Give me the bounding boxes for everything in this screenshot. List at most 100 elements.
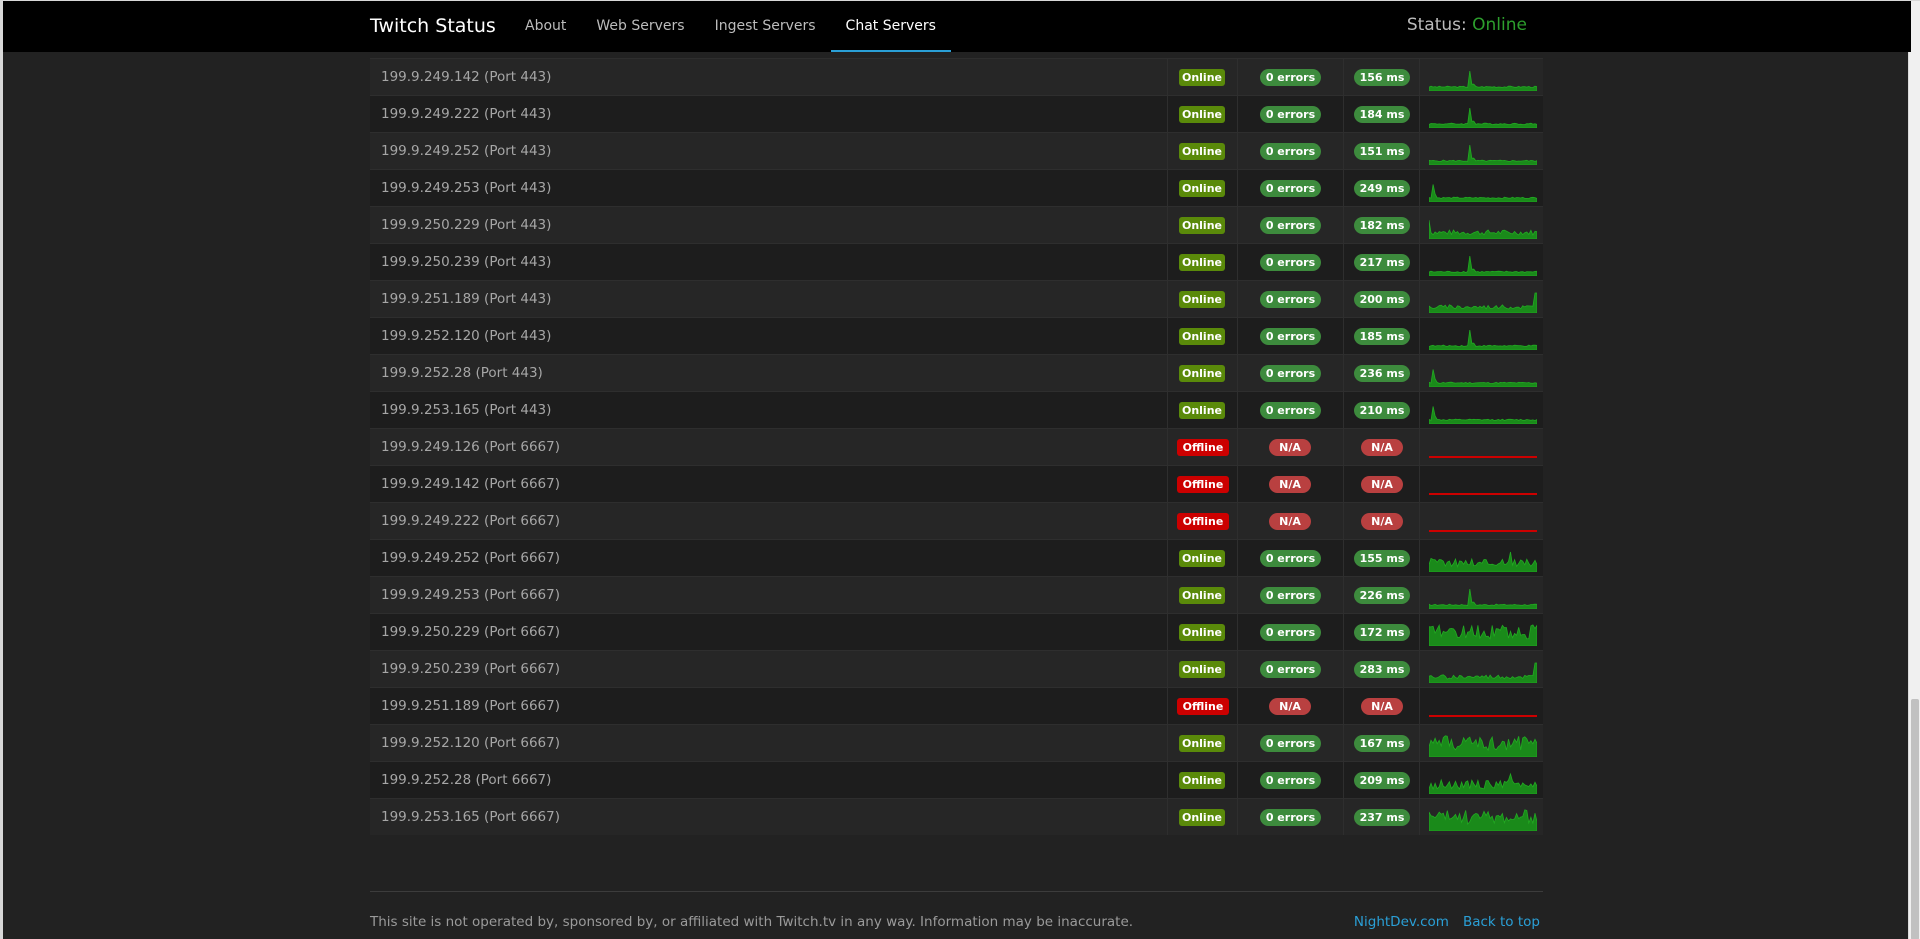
errors-badge: 0 errors <box>1260 587 1321 604</box>
graph-cell <box>1419 281 1543 317</box>
errors-cell: N/A <box>1237 429 1343 465</box>
status-badge: Online <box>1179 328 1225 345</box>
table-row: 199.9.250.229 (Port 443) Online 0 errors 18… <box>370 206 1543 243</box>
status-badge: Online <box>1179 180 1225 197</box>
status-cell: Offline <box>1167 429 1237 465</box>
sparkline-area <box>1429 329 1537 350</box>
ping-sparkline <box>1429 220 1537 239</box>
status-cell: Online <box>1167 133 1237 169</box>
ping-sparkline <box>1429 809 1537 831</box>
ping-badge: N/A <box>1361 698 1403 715</box>
ping-sparkline <box>1429 107 1537 128</box>
status-badge: Offline <box>1177 513 1229 530</box>
errors-badge: 0 errors <box>1260 217 1321 234</box>
status-cell: Online <box>1167 59 1237 95</box>
table-row: 199.9.250.239 (Port 6667) Online 0 errors 2… <box>370 650 1543 687</box>
sparkline-area <box>1429 623 1537 646</box>
graph-cell <box>1419 577 1543 613</box>
errors-badge: N/A <box>1269 513 1311 530</box>
ping-badge: 200 ms <box>1354 291 1410 308</box>
server-name: 199.9.249.252 (Port 443) <box>381 143 552 159</box>
ping-badge: N/A <box>1361 476 1403 493</box>
ping-badge: 167 ms <box>1354 735 1410 752</box>
ping-cell: 182 ms <box>1343 207 1419 243</box>
graph-cell <box>1419 59 1543 95</box>
graph-cell <box>1419 503 1543 539</box>
errors-cell: N/A <box>1237 466 1343 502</box>
ping-badge: 283 ms <box>1354 661 1410 678</box>
nightdev-link[interactable]: NightDev.com <box>1354 914 1449 930</box>
server-name: 199.9.249.142 (Port 443) <box>381 69 552 85</box>
status-badge: Offline <box>1177 439 1229 456</box>
ping-cell: N/A <box>1343 503 1419 539</box>
ping-cell: 184 ms <box>1343 96 1419 132</box>
graph-cell <box>1419 244 1543 280</box>
server-name: 199.9.249.126 (Port 6667) <box>381 439 561 455</box>
errors-badge: N/A <box>1269 476 1311 493</box>
server-name: 199.9.253.165 (Port 6667) <box>381 809 561 825</box>
ping-sparkline <box>1429 530 1537 532</box>
errors-badge: N/A <box>1269 439 1311 456</box>
ping-sparkline <box>1429 329 1537 350</box>
errors-cell: 0 errors <box>1237 355 1343 391</box>
graph-cell <box>1419 429 1543 465</box>
server-name: 199.9.249.222 (Port 443) <box>381 106 552 122</box>
ping-sparkline <box>1429 588 1537 609</box>
ping-sparkline <box>1429 551 1537 572</box>
status-badge: Offline <box>1177 698 1229 715</box>
ping-badge: 151 ms <box>1354 143 1410 160</box>
nav-about[interactable]: About <box>510 1 581 52</box>
table-row: 199.9.249.126 (Port 6667) Offline N/A N/A <box>370 428 1543 465</box>
nav-web-servers[interactable]: Web Servers <box>581 1 699 52</box>
table-row: 199.9.253.165 (Port 443) Online 0 errors 21… <box>370 391 1543 428</box>
sparkline-area <box>1429 107 1537 128</box>
scrollbar-thumb[interactable] <box>1911 699 1919 939</box>
graph-cell <box>1419 725 1543 761</box>
ping-badge: N/A <box>1361 513 1403 530</box>
sparkline-area <box>1429 772 1537 794</box>
ping-sparkline <box>1429 292 1537 313</box>
server-name: 199.9.250.229 (Port 6667) <box>381 624 561 640</box>
table-row: 199.9.251.189 (Port 443) Online 0 errors 20… <box>370 280 1543 317</box>
nav-links: About Web Servers Ingest Servers Chat Se… <box>510 1 952 52</box>
errors-badge: 0 errors <box>1260 106 1321 123</box>
status-badge: Online <box>1179 291 1225 308</box>
status-cell: Online <box>1167 355 1237 391</box>
ping-badge: 237 ms <box>1354 809 1410 826</box>
errors-badge: N/A <box>1269 698 1311 715</box>
back-to-top-link[interactable]: Back to top <box>1463 914 1540 930</box>
errors-badge: 0 errors <box>1260 624 1321 641</box>
ping-sparkline <box>1429 623 1537 646</box>
errors-cell: 0 errors <box>1237 281 1343 317</box>
table-row: 199.9.251.189 (Port 6667) Offline N/A N/A <box>370 687 1543 724</box>
ping-cell: 209 ms <box>1343 762 1419 798</box>
errors-cell: 0 errors <box>1237 392 1343 428</box>
server-name: 199.9.251.189 (Port 443) <box>381 291 552 307</box>
status-badge: Online <box>1179 365 1225 382</box>
status-value: Online <box>1472 15 1527 35</box>
ping-badge: N/A <box>1361 439 1403 456</box>
ping-badge: 217 ms <box>1354 254 1410 271</box>
ping-cell: 185 ms <box>1343 318 1419 354</box>
server-name: 199.9.253.165 (Port 443) <box>381 402 552 418</box>
server-name: 199.9.249.252 (Port 6667) <box>381 550 561 566</box>
graph-cell <box>1419 318 1543 354</box>
brand-title[interactable]: Twitch Status <box>370 15 496 37</box>
status-badge: Online <box>1179 402 1225 419</box>
server-name: 199.9.252.28 (Port 6667) <box>381 772 552 788</box>
status-cell: Offline <box>1167 688 1237 724</box>
graph-cell <box>1419 614 1543 650</box>
status-cell: Online <box>1167 392 1237 428</box>
nav-chat-servers[interactable]: Chat Servers <box>830 1 952 52</box>
page-scrollbar[interactable] <box>1908 1 1920 939</box>
errors-cell: 0 errors <box>1237 59 1343 95</box>
errors-badge: 0 errors <box>1260 69 1321 86</box>
errors-badge: 0 errors <box>1260 254 1321 271</box>
ping-sparkline <box>1429 456 1537 458</box>
overall-status: Status: Online <box>1407 15 1527 35</box>
nav-ingest-servers[interactable]: Ingest Servers <box>700 1 831 52</box>
graph-cell <box>1419 540 1543 576</box>
graph-cell <box>1419 133 1543 169</box>
ping-cell: 156 ms <box>1343 59 1419 95</box>
errors-cell: 0 errors <box>1237 725 1343 761</box>
